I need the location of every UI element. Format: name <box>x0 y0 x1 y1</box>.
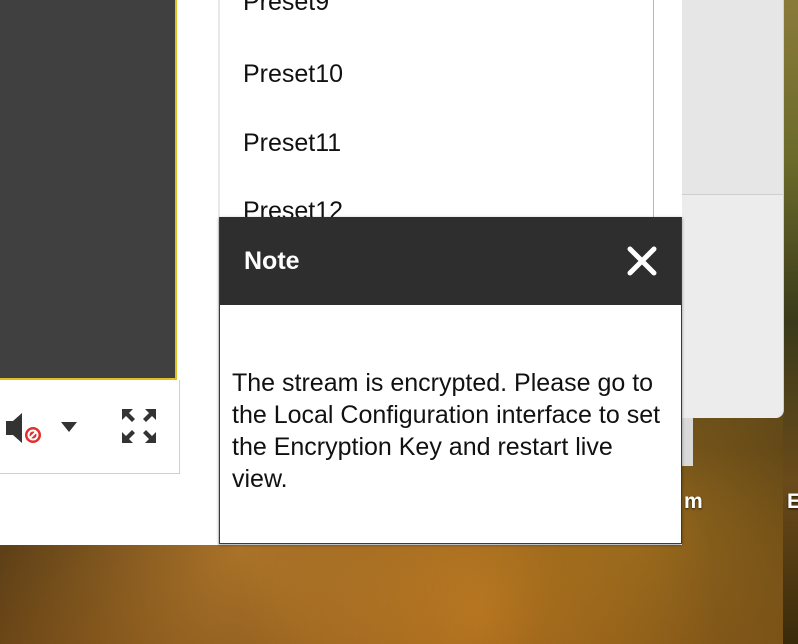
speaker-muted-icon[interactable] <box>4 408 44 448</box>
fullscreen-icon[interactable] <box>120 407 158 445</box>
preset-list: Preset9 Preset10 Preset11 Preset12 <box>220 0 654 230</box>
desktop-wallpaper <box>783 0 798 644</box>
dialog-title: Note <box>244 247 300 275</box>
dropdown-triangle-icon[interactable] <box>60 420 78 432</box>
desktop-label-partial: m <box>684 490 703 513</box>
preset-item[interactable]: Preset11 <box>243 129 341 158</box>
close-icon[interactable] <box>626 245 658 277</box>
preset-item[interactable]: Preset9 <box>243 0 329 17</box>
desktop-label-partial: E <box>787 490 798 513</box>
note-dialog: Note The stream is encrypted. Please go … <box>219 217 682 544</box>
preset-item[interactable]: Preset10 <box>243 60 343 89</box>
video-toolbar <box>0 380 180 474</box>
dialog-header: Note <box>220 217 681 305</box>
preset-list-margin <box>654 0 682 230</box>
dialog-message: The stream is encrypted. Please go to th… <box>232 369 661 493</box>
live-view-video-panel[interactable] <box>0 0 177 380</box>
